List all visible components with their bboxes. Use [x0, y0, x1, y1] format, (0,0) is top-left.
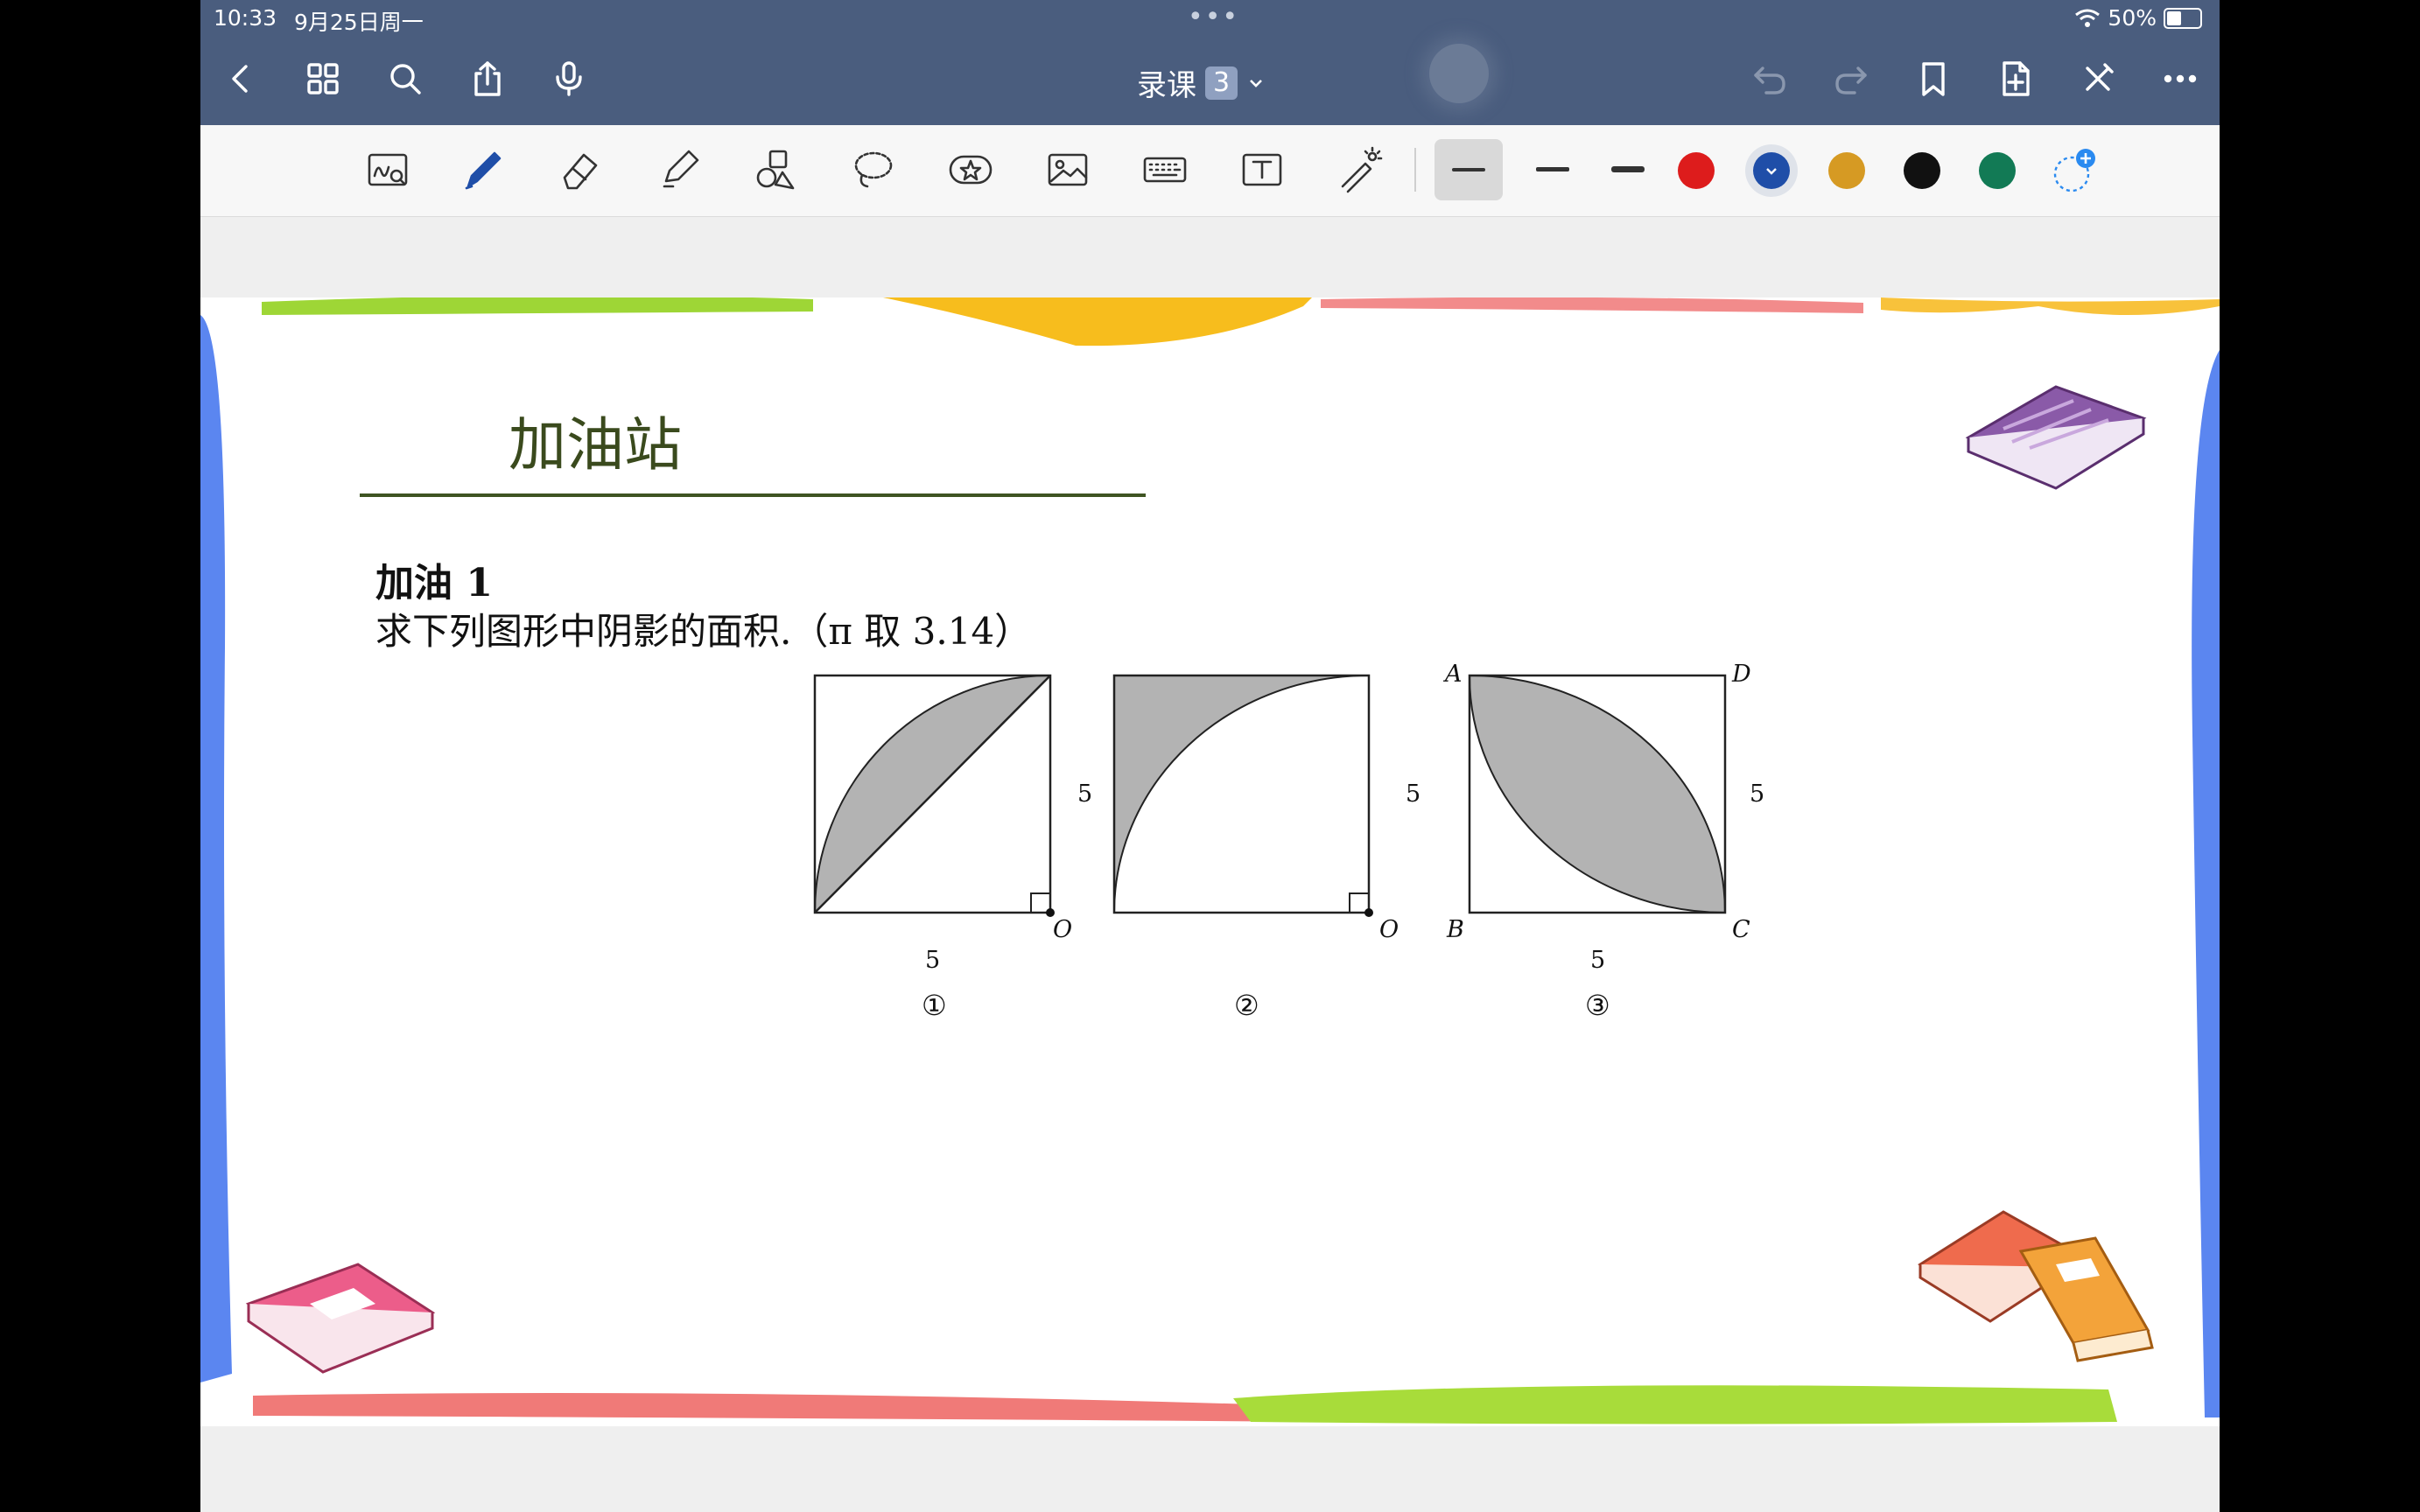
chevron-left-icon [232, 65, 248, 93]
text-box-icon [1242, 153, 1282, 186]
document-badge: 3 [1205, 66, 1238, 100]
app-top-bar: 10:33 9月25日周一 ••• 50% 录课 3 [200, 0, 2220, 125]
undo-icon [1754, 66, 1785, 94]
add-page-button[interactable] [1995, 58, 2037, 100]
document-title-text: 录课 [1137, 68, 1196, 103]
share-button[interactable] [466, 58, 509, 100]
figure-1-index: ① [922, 989, 947, 1022]
figure-3-vertex-c: C [1732, 916, 1750, 943]
toolbar-separator [1414, 148, 1416, 192]
shapes-icon [756, 150, 795, 190]
microphone-icon [556, 61, 582, 96]
figure-3-index: ③ [1585, 989, 1610, 1022]
status-right: 50% [2074, 5, 2202, 31]
figure-1-corner-o: O [1053, 916, 1073, 943]
pen-icon [465, 151, 502, 190]
search-button[interactable] [384, 58, 426, 100]
add-page-icon [2003, 61, 2030, 96]
stroke-medium-line [1536, 167, 1569, 172]
color-swatch-red[interactable] [1678, 152, 1715, 189]
status-time: 10:33 [214, 5, 277, 31]
keyboard-tool[interactable] [1138, 143, 1192, 197]
record-button[interactable] [1429, 44, 1489, 103]
figure-3-shaded-leaf [1468, 674, 1727, 914]
chevron-down-icon [1766, 168, 1777, 175]
figure-2-side-label: 5 [1406, 780, 1421, 808]
battery-icon [2164, 7, 2202, 29]
zoom-window-icon [368, 153, 408, 186]
battery-percent: 50% [2108, 5, 2157, 31]
figure-2-corner-o: O [1379, 916, 1399, 943]
highlighter-tool[interactable] [652, 143, 706, 197]
lasso-icon [854, 151, 893, 188]
figure-3-bottom-label: 5 [1590, 947, 1606, 974]
pen-cross-icon [2086, 63, 2114, 91]
ipad-screen: 10:33 9月25日周一 ••• 50% 录课 3 加油站 加油 1 求下列图… [200, 0, 2220, 1512]
lasso-tool[interactable] [846, 143, 901, 197]
figure-2-shaded-region [1114, 676, 1369, 913]
figure-3-vertex-b: B [1447, 916, 1464, 943]
share-icon [474, 61, 501, 96]
stroke-thick-option[interactable] [1594, 139, 1662, 200]
close-pen-button[interactable] [2077, 58, 2119, 100]
redo-button[interactable] [1830, 58, 1872, 100]
eraser-icon [563, 153, 598, 190]
document-title[interactable]: 录课 3 [1137, 61, 1266, 104]
stroke-thick-line [1611, 166, 1645, 172]
stroke-thin-line [1452, 168, 1485, 172]
color-swatch-blue[interactable] [1753, 152, 1790, 189]
color-swatch-gold[interactable] [1828, 152, 1865, 189]
chevron-down-icon [1250, 79, 1263, 88]
highlighter-icon [663, 150, 699, 188]
grid-icon [307, 63, 339, 94]
sticker-tool[interactable] [943, 143, 998, 197]
star-sticker-icon [949, 155, 993, 185]
microphone-button[interactable] [548, 58, 590, 100]
notebook-page[interactable]: 加油站 加油 1 求下列图形中阴影的面积.（π 取 3.14） 5 5 O ① … [200, 298, 2220, 1426]
pen-tool[interactable] [456, 143, 510, 197]
more-icon [2164, 74, 2197, 83]
shapes-tool[interactable] [749, 143, 803, 197]
figure-3-vertex-a: A [1445, 661, 1463, 688]
text-tool[interactable] [1235, 143, 1289, 197]
handwriting-zoom-tool[interactable] [361, 143, 415, 197]
color-swatch-black[interactable] [1904, 152, 1940, 189]
image-tool[interactable] [1041, 143, 1095, 197]
bookmark-icon [1922, 62, 1945, 96]
grid-view-button[interactable] [302, 58, 344, 100]
figure-2-center-point [1364, 908, 1373, 917]
figure-1-side-label: 5 [1077, 780, 1093, 808]
figure-2 [1112, 674, 1373, 917]
keyboard-icon [1143, 157, 1187, 183]
eraser-tool[interactable] [554, 143, 608, 197]
figure-2-index: ② [1234, 989, 1259, 1022]
back-button[interactable] [220, 58, 262, 100]
color-swatch-green[interactable] [1979, 152, 2016, 189]
more-button[interactable] [2159, 58, 2201, 100]
geometry-figures [813, 674, 1727, 917]
drawing-toolbar [200, 125, 2220, 217]
wifi-icon [2075, 9, 2101, 27]
laser-pointer-tool[interactable] [1332, 143, 1386, 197]
redo-icon [1835, 66, 1867, 94]
multitask-dots[interactable]: ••• [1188, 2, 1239, 32]
figure-1-bottom-label: 5 [925, 947, 941, 974]
search-icon [390, 64, 421, 94]
bookmark-button[interactable] [1912, 58, 1954, 100]
stroke-thin-option[interactable] [1434, 139, 1503, 200]
figure-3 [1468, 674, 1727, 914]
stroke-medium-option[interactable] [1519, 139, 1587, 200]
add-color-button[interactable] [2051, 146, 2100, 195]
figure-3-side-label: 5 [1750, 780, 1765, 808]
figure-3-vertex-d: D [1732, 661, 1751, 688]
status-date: 9月25日周一 [294, 10, 424, 35]
laser-pointer-icon [1341, 146, 1383, 193]
undo-button[interactable] [1749, 58, 1791, 100]
image-icon [1048, 153, 1088, 186]
figure-1 [813, 674, 1055, 917]
add-color-icon [2053, 149, 2095, 192]
